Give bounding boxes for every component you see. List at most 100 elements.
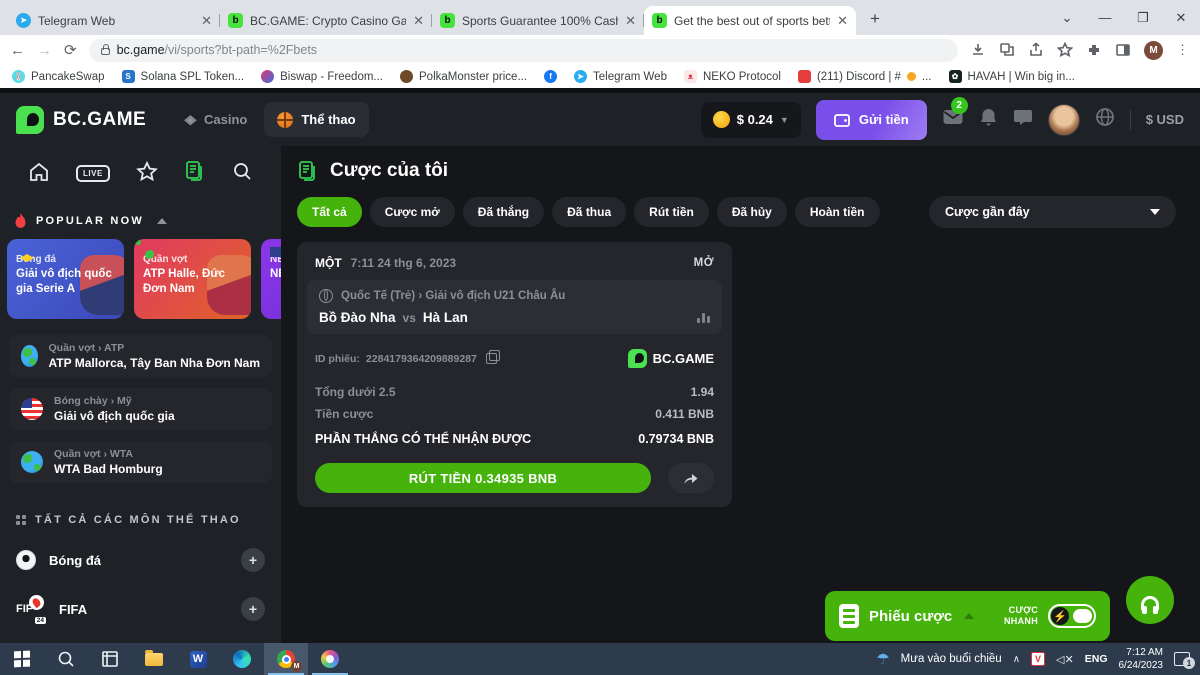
tab-telegram[interactable]: ➤ Telegram Web ✕ [8,6,220,35]
notification-badge: 1 [1183,657,1195,669]
nav-casino[interactable]: ◈ Casino [172,102,260,137]
lock-icon[interactable] [101,48,110,55]
tab-close-icon[interactable]: ✕ [837,13,848,29]
stats-icon[interactable] [697,313,710,323]
restore-button[interactable]: ❐ [1124,0,1162,35]
page-title: Cược của tôi [297,160,1176,182]
tab-close-icon[interactable]: ✕ [625,13,636,29]
bet-slip-bar[interactable]: Phiếu cược CƯỢCNHANH ⚡ [825,591,1110,641]
bet-status-badge: MỞ [694,257,714,269]
edge-button[interactable] [220,643,264,675]
word-icon: W [190,651,207,668]
filter-won[interactable]: Đã thắng [463,197,544,227]
popular-card-nba[interactable]: NBA 2 NBA [261,239,281,319]
start-button[interactable] [0,643,44,675]
bookmark-havah[interactable]: ✿HAVAH | Win big in... [949,70,1075,83]
popular-card-serie-a[interactable]: Bóng đá Giải vô địch quốc gia Serie A [7,239,124,319]
share-icon[interactable] [1028,42,1044,58]
language-indicator[interactable]: ENG [1085,653,1108,665]
close-button[interactable]: ✕ [1162,0,1200,35]
tab-sports-betting-active[interactable]: b Get the best out of sports betting ✕ [644,6,856,35]
cashout-button[interactable]: RÚT TIỀN 0.34935 BNB [315,463,651,493]
tab-sports-guarantee[interactable]: b Sports Guarantee 100% Cashbac ✕ [432,6,644,35]
back-icon[interactable]: ← [10,42,25,59]
soccer-ball-icon [16,550,36,570]
event-mlb[interactable]: Bóng chày › Mỹ Giải vô địch quốc gia [9,388,272,430]
tray-expand-icon[interactable]: ∧ [1013,654,1020,665]
sidebar-item-fifa[interactable]: FIF24 FIFA + [0,594,281,624]
translate-icon[interactable] [999,42,1015,58]
bookmark-solana[interactable]: SSolana SPL Token... [122,70,245,83]
fiat-currency[interactable]: $ USD [1146,112,1184,127]
popular-now-header[interactable]: POPULAR NOW [0,187,281,229]
event-wta-bad-homburg[interactable]: Quần vợt › WTA WTA Bad Homburg [9,441,272,483]
wallet-balance[interactable]: $ 0.24 ▼ [701,102,801,138]
user-avatar[interactable] [1048,104,1080,136]
bookmark-pancakeswap[interactable]: 🐰PancakeSwap [12,70,105,83]
forward-icon[interactable]: → [37,42,52,59]
bookmark-star-icon[interactable] [1057,42,1073,58]
notifications-button[interactable] [979,107,998,132]
new-tab-button[interactable]: + [862,6,888,32]
tab-close-icon[interactable]: ✕ [201,13,212,29]
bookmark-neko[interactable]: ᴥNEKO Protocol [684,70,781,83]
language-button[interactable] [1095,107,1115,132]
filter-refund[interactable]: Hoàn tiền [795,197,880,227]
nav-sports[interactable]: Thể thao [264,102,368,137]
tab-bcgame-casino[interactable]: b BC.GAME: Crypto Casino Games ✕ [220,6,432,35]
popular-card-atp-halle[interactable]: Quần vợt ATP Halle, Đức Đơn Nam [134,239,251,319]
sort-dropdown[interactable]: Cược gần đây [929,196,1176,228]
tab-close-icon[interactable]: ✕ [413,13,424,29]
event-atp-mallorca[interactable]: Quần vợt › ATP ATP Mallorca, Tây Ban Nha… [9,335,272,377]
search-icon[interactable] [232,161,253,187]
support-button[interactable] [1126,576,1174,624]
paint-button[interactable] [308,643,352,675]
sidebar-item-football[interactable]: Bóng đá + [0,545,281,575]
bookmark-facebook[interactable]: f [544,70,557,83]
bcgame-logo[interactable]: BC.GAME [16,106,146,134]
copy-icon[interactable] [486,353,497,364]
filter-cancelled[interactable]: Đã hủy [717,197,787,227]
taskbar-search[interactable] [44,643,88,675]
word-button[interactable]: W [176,643,220,675]
bookmark-discord[interactable]: (211) Discord | #... [798,70,932,83]
save-icon[interactable] [970,42,986,58]
expand-plus-icon[interactable]: + [241,597,265,621]
minimize-button[interactable]: — [1086,0,1124,35]
reload-icon[interactable]: ⟳ [64,41,77,59]
extensions-icon[interactable] [1086,42,1102,58]
quick-bet-toggle[interactable]: ⚡ [1048,604,1096,628]
bookmark-polkamonster[interactable]: PolkaMonster price... [400,70,527,83]
globe-icon [319,289,333,303]
clock[interactable]: 7:12 AM 6/24/2023 [1119,646,1164,672]
address-bar[interactable]: bc.game/vi/sports?bt-path=%2Fbets [89,39,958,62]
my-bets-icon[interactable] [184,160,206,187]
action-center-icon[interactable]: 1 [1174,652,1190,666]
volume-muted-icon[interactable]: ◁✕ [1056,653,1074,666]
tray-app-icon[interactable]: V [1031,652,1045,666]
task-view-button[interactable] [88,643,132,675]
live-icon[interactable]: LIVE [76,165,110,182]
home-icon[interactable] [28,161,50,187]
share-bet-button[interactable] [668,463,714,493]
expand-plus-icon[interactable]: + [241,548,265,572]
filter-open[interactable]: Cược mở [370,197,455,227]
chat-button[interactable] [1013,108,1033,132]
profile-avatar[interactable]: M [1144,41,1163,60]
favorites-star-icon[interactable] [136,161,158,187]
file-explorer-button[interactable] [132,643,176,675]
chrome-button[interactable]: M [264,643,308,675]
tab-search-icon[interactable]: ⌄ [1048,0,1086,35]
filter-lost[interactable]: Đã thua [552,197,626,227]
deposit-button[interactable]: Gửi tiền [816,100,927,140]
share-arrow-icon [683,472,699,485]
messages-button[interactable]: 2 [942,108,964,131]
weather-text[interactable]: Mưa vào buổi chiều [901,653,1002,665]
match-box[interactable]: Quốc Tế (Trẻ) › Giải vô địch U21 Châu Âu… [307,280,722,334]
side-panel-icon[interactable] [1115,42,1131,58]
bookmark-biswap[interactable]: Biswap - Freedom... [261,70,383,83]
bookmark-telegram[interactable]: ➤Telegram Web [574,70,667,83]
filter-cashout[interactable]: Rút tiền [634,197,709,227]
filter-all[interactable]: Tất cả [297,197,362,227]
browser-menu-icon[interactable]: ⋮ [1176,42,1190,58]
